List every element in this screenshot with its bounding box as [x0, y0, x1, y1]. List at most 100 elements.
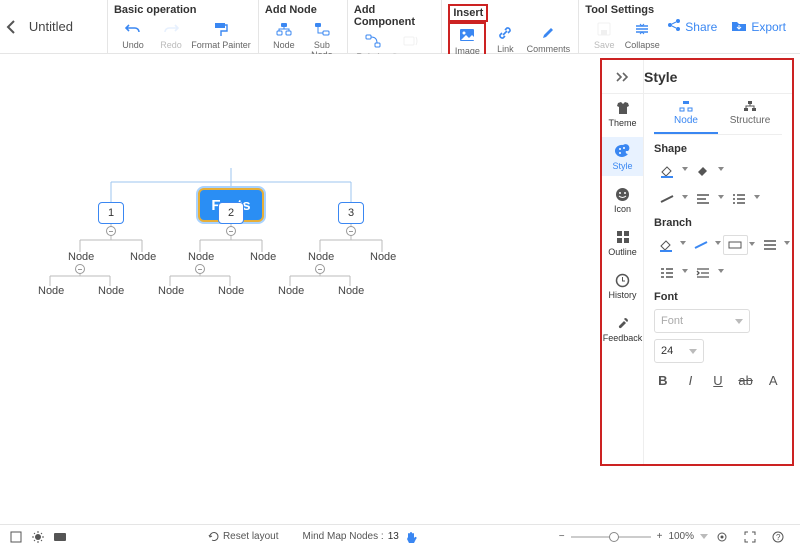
branch-align-picker[interactable]	[758, 235, 782, 255]
collapse-toggle[interactable]	[195, 264, 205, 274]
theme-toggle[interactable]	[30, 529, 46, 545]
section-shape: Shape	[654, 143, 782, 155]
leaf-node[interactable]: Node	[370, 251, 396, 263]
document-title[interactable]: Untitled	[23, 0, 107, 53]
bold-button[interactable]: B	[654, 371, 672, 389]
reset-layout-button[interactable]: Reset layout	[208, 529, 279, 545]
node-icon	[679, 100, 693, 115]
tab-icon[interactable]: Icon	[602, 180, 643, 219]
panel-title: Style	[644, 69, 677, 85]
leaf-node[interactable]: Node	[38, 285, 64, 297]
font-color-button[interactable]: A	[764, 371, 782, 389]
group-label: Add Node	[265, 4, 341, 18]
font-family-select[interactable]: Font	[654, 309, 750, 333]
bottom-bar: Reset layout Mind Map Nodes : 13 − + 100…	[0, 524, 800, 548]
tab-outline[interactable]: Outline	[602, 223, 643, 262]
undo-button[interactable]: Undo	[114, 18, 152, 52]
structure-icon	[743, 100, 757, 115]
hand-icon[interactable]	[403, 529, 419, 545]
branch-line-picker[interactable]	[688, 235, 712, 255]
line-style-picker[interactable]	[654, 189, 680, 209]
zoom-level: 100%	[668, 531, 694, 542]
leaf-node[interactable]: Node	[158, 285, 184, 297]
tab-feedback[interactable]: Feedback	[602, 309, 643, 348]
node-icon	[275, 20, 293, 38]
save-button[interactable]: Save	[585, 18, 623, 52]
list-style-picker[interactable]	[726, 189, 752, 209]
branch-list-picker[interactable]	[654, 263, 680, 283]
export-icon	[731, 18, 747, 35]
shirt-icon	[614, 99, 632, 117]
leaf-node[interactable]: Node	[338, 285, 364, 297]
fit-icon[interactable]	[714, 529, 730, 545]
panel-collapse-button[interactable]	[602, 60, 644, 94]
collapse-toggle[interactable]	[315, 264, 325, 274]
zoom-in-button[interactable]: +	[657, 531, 663, 542]
panel-tabs: Theme Style Icon Outline History Feedbac…	[602, 60, 644, 464]
tab-theme[interactable]: Theme	[602, 94, 643, 133]
undo-icon	[124, 20, 142, 38]
subtab-node[interactable]: Node	[654, 98, 718, 134]
fill-color-picker[interactable]	[654, 161, 680, 181]
leaf-node[interactable]: Node	[250, 251, 276, 263]
node-count-label: Mind Map Nodes :	[303, 531, 384, 542]
grid-toggle[interactable]	[8, 529, 24, 545]
leaf-node[interactable]: Node	[278, 285, 304, 297]
outline-icon	[614, 228, 632, 246]
branch-color-picker[interactable]	[654, 235, 678, 255]
image-icon	[458, 26, 476, 44]
child-node-1[interactable]: 1	[98, 202, 124, 224]
collapse-toggle[interactable]	[75, 264, 85, 274]
keyboard-toggle[interactable]	[52, 529, 68, 545]
leaf-node[interactable]: Node	[130, 251, 156, 263]
child-node-3[interactable]: 3	[338, 202, 364, 224]
child-node-2[interactable]: 2	[218, 202, 244, 224]
tab-style[interactable]: Style	[602, 137, 643, 176]
group-label: Tool Settings	[585, 4, 661, 18]
leaf-node[interactable]: Node	[68, 251, 94, 263]
export-button[interactable]: Export	[731, 18, 786, 35]
group-insert: Insert Image Link Comments	[442, 0, 578, 53]
zoom-menu[interactable]	[700, 534, 708, 539]
back-button[interactable]	[0, 0, 23, 53]
group-label: Basic operation	[114, 4, 252, 18]
subtab-structure[interactable]: Structure	[718, 98, 782, 134]
leaf-node[interactable]: Node	[218, 285, 244, 297]
zoom-slider[interactable]	[571, 536, 651, 538]
help-icon[interactable]: ?	[770, 529, 786, 545]
link-icon	[496, 24, 514, 42]
font-size-select[interactable]: 24	[654, 339, 704, 363]
group-basic-operation: Basic operation Undo Redo Format Painter	[108, 0, 258, 53]
clock-icon	[614, 271, 632, 289]
collapse-toggle[interactable]	[346, 226, 356, 236]
format-painter-button[interactable]: Format Painter	[190, 18, 252, 52]
branch-indent-picker[interactable]	[690, 263, 716, 283]
zoom-out-button[interactable]: −	[559, 531, 565, 542]
zoom-controls: − + 100% ?	[559, 529, 792, 545]
shape-rect-picker[interactable]	[723, 235, 748, 255]
svg-text:?: ?	[776, 533, 781, 542]
collapse-toggle[interactable]	[226, 226, 236, 236]
paint-roller-icon	[212, 20, 230, 38]
align-picker[interactable]	[690, 189, 716, 209]
collapse-toggle[interactable]	[106, 226, 116, 236]
leaf-node[interactable]: Node	[188, 251, 214, 263]
section-branch: Branch	[654, 217, 782, 229]
share-button[interactable]: Share	[667, 18, 717, 35]
top-toolbar: Untitled Basic operation Undo Redo Forma…	[0, 0, 800, 54]
collapse-button[interactable]: Collapse	[623, 18, 661, 52]
smiley-icon	[614, 185, 632, 203]
fill-color-picker-2[interactable]	[690, 161, 716, 181]
italic-button[interactable]: I	[682, 371, 700, 389]
group-add-component: Add Component Relation Summary	[348, 0, 442, 53]
fullscreen-icon[interactable]	[742, 529, 758, 545]
underline-button[interactable]: U	[709, 371, 727, 389]
wrench-icon	[614, 314, 632, 332]
redo-button[interactable]: Redo	[152, 18, 190, 52]
group-label: Insert	[448, 4, 488, 22]
share-icon	[667, 18, 681, 35]
tab-history[interactable]: History	[602, 266, 643, 305]
leaf-node[interactable]: Node	[308, 251, 334, 263]
strike-button[interactable]: ab	[737, 371, 755, 389]
leaf-node[interactable]: Node	[98, 285, 124, 297]
